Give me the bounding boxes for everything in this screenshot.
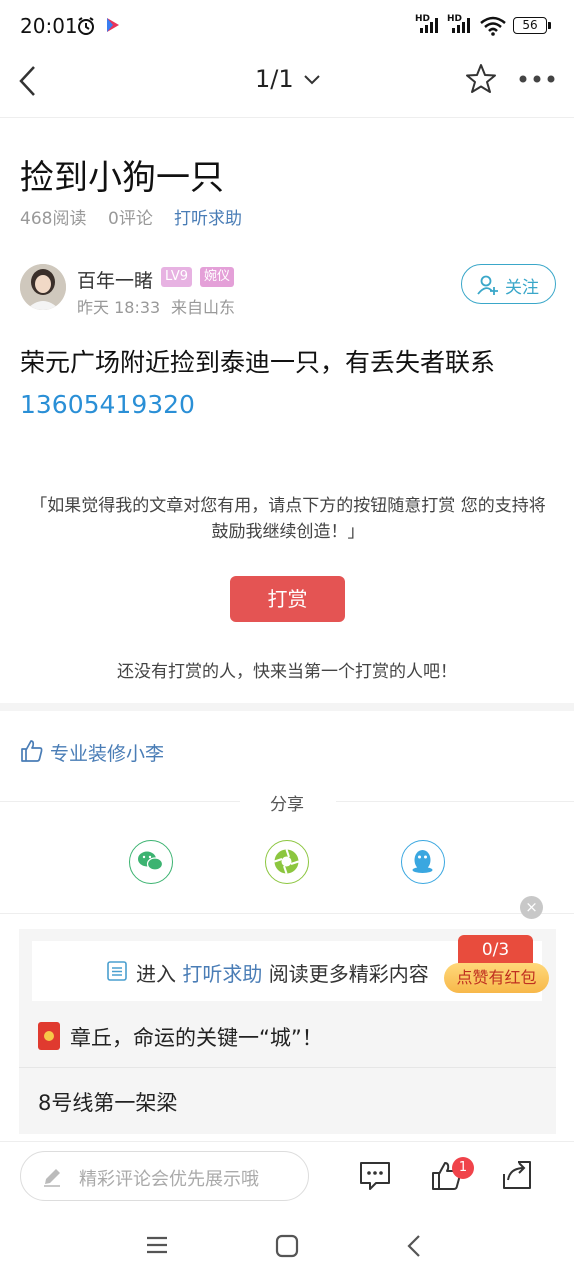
category-link[interactable]: 打听求助 bbox=[174, 204, 242, 229]
enter-category-text: 进入 打听求助 阅读更多精彩内容 bbox=[136, 958, 429, 987]
share-wechat-button[interactable] bbox=[129, 840, 173, 884]
more-options-icon[interactable] bbox=[518, 74, 558, 84]
related-item-1[interactable]: 章丘，命运的关键一“城”！ bbox=[70, 1022, 323, 1052]
wifi-icon bbox=[480, 16, 506, 36]
star-favorite-icon[interactable] bbox=[464, 62, 498, 96]
share-qq-button[interactable] bbox=[401, 840, 445, 884]
status-bar: 20:01 HD HD 56 bbox=[0, 0, 574, 50]
close-promo-button[interactable]: × bbox=[520, 896, 543, 919]
thumbs-up-icon bbox=[21, 740, 43, 762]
signal2-icon bbox=[452, 18, 470, 33]
author-name[interactable]: 百年一睹 bbox=[77, 266, 153, 293]
status-time: 20:01 bbox=[20, 14, 78, 38]
phone-link[interactable]: 13605419320 bbox=[20, 384, 560, 426]
share-bottom-divider bbox=[0, 913, 574, 914]
app-notification-icon bbox=[107, 18, 119, 32]
comment-placeholder: 精彩评论会优先展示哦 bbox=[79, 1169, 259, 1190]
red-envelope-icon bbox=[38, 1022, 60, 1050]
post-body-text: 荣元广场附近捡到泰迪一只，有丢失者联系 bbox=[20, 348, 496, 377]
follow-label: 关注 bbox=[505, 278, 539, 298]
nav-back-icon[interactable] bbox=[404, 1233, 424, 1259]
comment-input[interactable]: 精彩评论会优先展示哦 bbox=[20, 1151, 309, 1201]
envelope-seal bbox=[44, 1031, 54, 1041]
level-badge: LV9 bbox=[161, 267, 192, 287]
share-icon[interactable] bbox=[500, 1158, 534, 1192]
comment-count: 0评论 bbox=[108, 209, 153, 229]
no-reward-text: 还没有打赏的人，快来当第一个打赏的人吧！ bbox=[117, 662, 457, 682]
reward-prompt: 「如果觉得我的文章对您有用，请点下方的按钮随意打赏 您的支持将鼓励我继续创造！」 bbox=[30, 496, 546, 542]
wechat-icon bbox=[138, 851, 164, 871]
back-icon[interactable] bbox=[16, 64, 40, 98]
related-item-2[interactable]: 8号线第一架梁 bbox=[38, 1087, 177, 1117]
page-indicator[interactable]: 1/1 bbox=[255, 65, 321, 93]
alarm-icon bbox=[78, 17, 94, 35]
like-reward-counter: 0/3 bbox=[458, 935, 533, 965]
list-document-icon bbox=[107, 961, 127, 981]
battery-icon: 56 bbox=[513, 17, 547, 34]
system-nav-bar bbox=[0, 1211, 574, 1280]
like-redpack-button[interactable]: 点赞有红包 bbox=[444, 963, 549, 993]
menu-icon[interactable] bbox=[145, 1235, 169, 1255]
title-badge: 婉仪 bbox=[200, 267, 235, 287]
share-moments-button[interactable] bbox=[265, 840, 309, 884]
home-icon[interactable] bbox=[275, 1234, 299, 1258]
author-avatar[interactable] bbox=[20, 264, 66, 310]
qq-icon bbox=[412, 850, 433, 873]
battery-tip bbox=[548, 22, 551, 29]
enter-category[interactable]: 打听求助 bbox=[182, 962, 262, 986]
like-count-badge: 1 bbox=[452, 1157, 474, 1179]
signal1-icon bbox=[420, 18, 438, 33]
section-divider bbox=[0, 703, 574, 711]
related-divider bbox=[19, 1067, 556, 1068]
liker-name[interactable]: 专业装修小李 bbox=[50, 739, 164, 766]
post-location: 来自山东 bbox=[171, 298, 236, 317]
moments-icon bbox=[274, 849, 299, 874]
enter-prefix: 进入 bbox=[136, 962, 183, 986]
share-label: 分享 bbox=[270, 795, 304, 815]
page-indicator-label: 1/1 bbox=[255, 65, 294, 93]
battery-level: 56 bbox=[522, 18, 538, 32]
comment-icon[interactable] bbox=[358, 1160, 392, 1192]
avatar-image bbox=[20, 264, 66, 310]
post-body: 荣元广场附近捡到泰迪一只，有丢失者联系 13605419320 bbox=[20, 342, 560, 426]
add-user-icon bbox=[477, 275, 498, 295]
enter-suffix: 阅读更多精彩内容 bbox=[262, 962, 429, 986]
post-title: 捡到小狗一只 bbox=[20, 158, 224, 198]
top-bar: 1/1 bbox=[0, 50, 574, 118]
reward-button[interactable]: 打赏 bbox=[230, 576, 345, 622]
chevron-down-icon bbox=[304, 75, 320, 85]
pencil-icon bbox=[44, 1169, 60, 1187]
read-count: 468阅读 bbox=[20, 209, 87, 229]
follow-button[interactable]: 关注 bbox=[461, 264, 556, 304]
post-time: 昨天 18:33 bbox=[77, 298, 161, 317]
